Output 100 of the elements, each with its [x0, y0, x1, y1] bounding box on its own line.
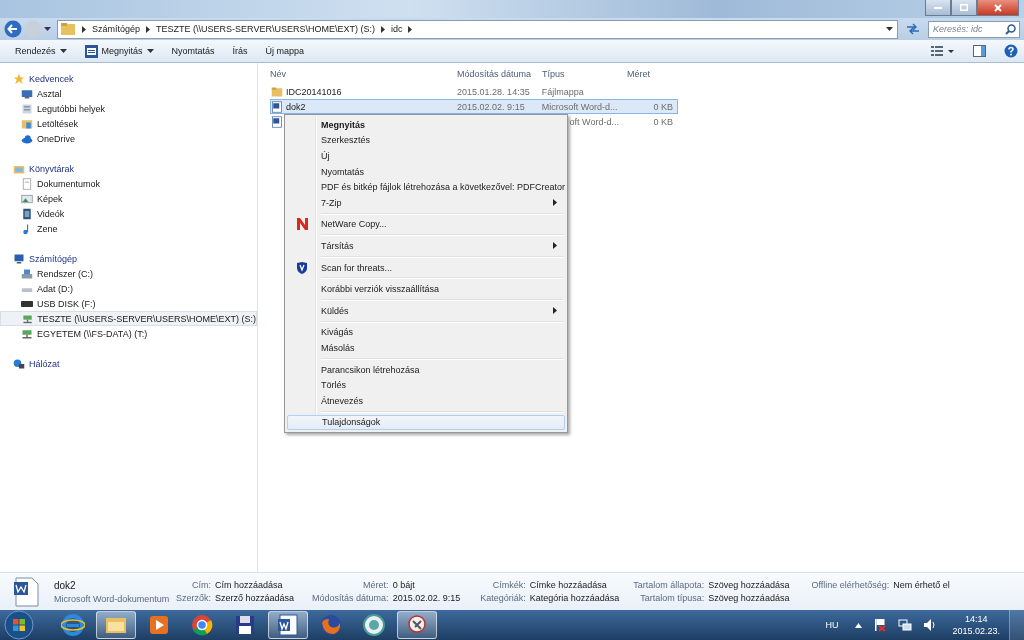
breadcrumb[interactable]: TESZTE (\\USERS-SERVER\USERS\HOME\EXT) (S:): [156, 24, 375, 34]
back-button[interactable]: [4, 20, 22, 38]
star-icon: [13, 72, 25, 85]
toolbar-button[interactable]: Új mappa: [258, 44, 312, 58]
property-value[interactable]: Szöveg hozzáadása: [708, 593, 790, 603]
toolbar-button[interactable]: Írás: [225, 44, 255, 58]
menu-item[interactable]: NetWare Copy...: [287, 216, 565, 233]
property-value[interactable]: Szerző hozzáadása: [215, 593, 295, 603]
firefox-icon: [319, 613, 343, 637]
table-cell: Microsoft Word-d...: [541, 101, 618, 112]
sidebar-item[interactable]: Kedvencek: [0, 71, 257, 86]
menu-item[interactable]: Társítás: [287, 238, 565, 254]
sidebar-item[interactable]: OneDrive: [0, 131, 257, 146]
view-options-icon[interactable]: [931, 45, 955, 57]
menu-item[interactable]: Tulajdonságok: [287, 414, 565, 431]
sidebar-item[interactable]: Asztal: [0, 86, 257, 101]
column-header[interactable]: Méret: [625, 69, 678, 79]
menu-item[interactable]: Küldés: [287, 302, 565, 319]
language-indicator[interactable]: HU: [825, 620, 839, 630]
cloud-icon: [21, 132, 33, 145]
selected-row[interactable]: dok2 2015.02.02. 9:15 Microsoft Word-d... 0 KB: [270, 99, 678, 114]
menu-item[interactable]: Szerkesztés: [287, 132, 565, 149]
property-value[interactable]: Címke hozzáadása: [529, 580, 620, 590]
property-label: Méret:: [362, 580, 389, 590]
menu-item[interactable]: Megnyitás: [287, 117, 565, 133]
menu-item[interactable]: Parancsikon létrehozása: [287, 361, 565, 378]
sidebar-item[interactable]: Rendszer (C:): [0, 266, 257, 281]
sidebar-item[interactable]: Adat (D:): [0, 281, 257, 296]
menu-item[interactable]: PDF és bitkép fájlok létrehozása a következővel: PDFCreator: [287, 179, 565, 195]
menu-item[interactable]: 7-Zip: [287, 194, 565, 211]
preview-pane-icon[interactable]: [973, 45, 986, 57]
address-field[interactable]: Számítógép TESZTE (\\USERS-SERVER\USERS\HOME\EXT) (S:) idc: [57, 19, 898, 39]
column-header[interactable]: Módosítás dátuma: [455, 69, 540, 79]
sidebar-item[interactable]: Dokumentumok: [0, 176, 257, 191]
submenu-arrow-icon: [553, 199, 557, 207]
menu-item[interactable]: Törlés: [287, 377, 565, 393]
menu-item[interactable]: Kivágás: [287, 324, 565, 341]
dropdown-icon[interactable]: [886, 27, 893, 31]
desktop-icon: [21, 87, 33, 100]
column-header[interactable]: Típus: [540, 69, 625, 79]
breadcrumb[interactable]: Számítógép: [92, 24, 141, 34]
history-dropdown-icon[interactable]: [44, 27, 51, 31]
search-field[interactable]: Keresés: idc: [928, 20, 1020, 38]
sidebar-item[interactable]: Legutóbbi helyek: [0, 101, 257, 116]
sidebar-item[interactable]: Zene: [0, 221, 257, 236]
recent-places-icon: [21, 102, 33, 115]
taskbar-button[interactable]: [397, 611, 437, 639]
close-button[interactable]: [977, 0, 1019, 16]
picture-icon: [21, 192, 33, 205]
toolbar-button[interactable]: Megnyitás: [77, 42, 161, 60]
sidebar-item[interactable]: Képek: [0, 191, 257, 206]
column-header[interactable]: Név: [270, 69, 455, 79]
sidebar-item[interactable]: Számítógép: [0, 251, 257, 266]
sidebar-item[interactable]: USB DISK (F:): [0, 296, 257, 311]
property-label: Címkék:: [491, 580, 526, 590]
menu-item[interactable]: Korábbi verziók visszaállítása: [287, 281, 565, 297]
property-value[interactable]: 2015.02.02. 9:15: [392, 593, 461, 603]
volume-icon[interactable]: [923, 618, 938, 632]
flag-icon[interactable]: [873, 618, 888, 632]
sidebar-item[interactable]: Hálózat: [0, 356, 257, 371]
media-player-icon: [147, 613, 171, 637]
property-value[interactable]: 0 bájt: [392, 580, 461, 590]
restore-icon: [960, 4, 968, 11]
property-label: Kategóriák:: [480, 593, 526, 603]
sidebar-item[interactable]: EGYETEM (\\FS-DATA) (T:): [0, 326, 257, 341]
restore-button[interactable]: [951, 0, 977, 16]
close-icon: [994, 3, 1002, 12]
word-document-icon: [271, 115, 283, 128]
toolbar-button[interactable]: Nyomtatás: [164, 44, 222, 58]
menu-item[interactable]: Nyomtatás: [287, 163, 565, 180]
clock[interactable]: 14:14 2015.02.23.: [952, 613, 1000, 637]
start-button[interactable]: [4, 610, 34, 640]
network-icon[interactable]: [898, 618, 913, 632]
show-desktop-button[interactable]: [1009, 610, 1024, 640]
refresh-icon[interactable]: [906, 23, 920, 35]
minimize-button[interactable]: [925, 0, 951, 16]
taskbar-button[interactable]: [268, 611, 308, 639]
property-value[interactable]: Kategória hozzáadása: [529, 593, 620, 603]
property-value[interactable]: Cím hozzáadása: [215, 580, 295, 590]
sidebar-item[interactable]: Könyvtárak: [0, 161, 257, 176]
table-cell: 0 KB: [653, 101, 673, 112]
menu-item[interactable]: Másolás: [287, 340, 565, 356]
show-hidden-icons-arrow[interactable]: [855, 622, 863, 628]
help-icon[interactable]: [1004, 44, 1018, 58]
menu-item[interactable]: Új: [287, 148, 565, 164]
taskbar-button[interactable]: [96, 611, 136, 639]
sidebar-item[interactable]: Videók: [0, 206, 257, 221]
sidebar-item[interactable]: Letöltések: [0, 116, 257, 131]
property-label: Cím:: [191, 580, 211, 590]
breadcrumb[interactable]: idc: [390, 24, 403, 34]
sidebar-item[interactable]: TESZTE (\\USERS-SERVER\USERS\HOME\EXT) (S:): [0, 311, 257, 326]
menu-item[interactable]: Scan for threats...: [287, 259, 565, 276]
folder-icon: [271, 85, 283, 98]
menu-item[interactable]: Átnevezés: [287, 392, 565, 409]
property-label: Tartalom típusa:: [639, 593, 705, 603]
chevron-icon: [380, 25, 385, 33]
property-value[interactable]: Nem érhető el: [893, 580, 950, 590]
property-value[interactable]: Szöveg hozzáadása: [708, 580, 790, 590]
downloads-folder-icon: [21, 117, 33, 130]
toolbar-button[interactable]: Rendezés: [8, 44, 74, 58]
